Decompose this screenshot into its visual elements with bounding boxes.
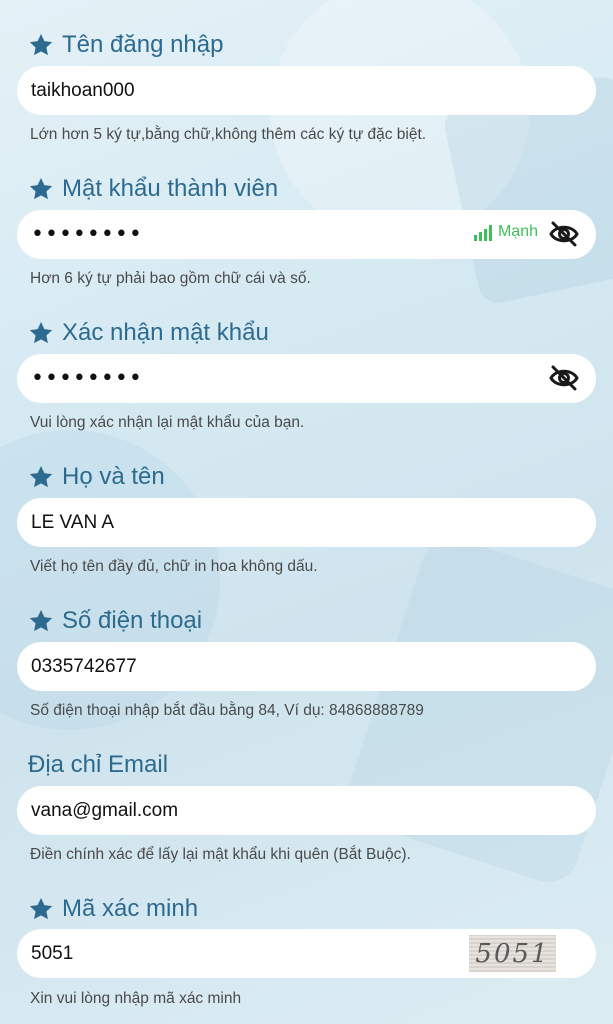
password-label: Mật khẩu thành viên <box>62 175 279 202</box>
phone-input[interactable]: 0335742677 <box>17 642 596 691</box>
confirm-password-value: •••••••• <box>31 366 143 391</box>
captcha-hint: Xin vui lòng nhập mã xác minh <box>30 990 242 1007</box>
eye-slash-icon[interactable] <box>548 220 580 248</box>
email-label-row: Địa chỉ Email <box>28 750 168 780</box>
star-icon <box>29 609 53 632</box>
fullname-label-row: Họ và tên <box>28 462 165 492</box>
password-label-row: Mật khẩu thành viên <box>28 174 278 204</box>
fullname-hint: Viết họ tên đầy đủ, chữ in hoa không dấu… <box>30 558 318 575</box>
email-hint: Điền chính xác để lấy lại mật khẩu khi q… <box>30 846 411 863</box>
email-input[interactable]: vana@gmail.com <box>17 786 596 835</box>
username-label-row: Tên đăng nhập <box>28 30 223 60</box>
star-icon <box>29 897 53 920</box>
username-label: Tên đăng nhập <box>62 31 224 58</box>
username-input[interactable]: taikhoan000 <box>17 66 596 115</box>
captcha-image[interactable]: 5051 <box>469 935 556 972</box>
captcha-input[interactable]: 5051 5051 <box>17 929 596 978</box>
confirm-password-hint: Vui lòng xác nhận lại mật khẩu của bạn. <box>30 414 305 431</box>
confirm-password-label: Xác nhận mật khẩu <box>62 319 269 346</box>
star-icon <box>29 177 53 200</box>
star-icon <box>29 465 53 488</box>
phone-label-row: Số điện thoại <box>28 606 202 636</box>
fullname-input[interactable]: LE VAN A <box>17 498 596 547</box>
password-strength-indicator: Mạnh <box>473 223 538 241</box>
phone-label: Số điện thoại <box>62 607 203 634</box>
email-value: vana@gmail.com <box>31 799 179 821</box>
confirm-password-input[interactable]: •••••••• <box>17 354 596 403</box>
password-strength-label: Mạnh <box>497 223 538 240</box>
phone-hint: Số điện thoại nhập bắt đầu bằng 84, Ví d… <box>30 702 424 719</box>
password-hint: Hơn 6 ký tự phải bao gồm chữ cái và số. <box>30 270 311 287</box>
email-label: Địa chỉ Email <box>28 751 169 778</box>
captcha-label-row: Mã xác minh <box>28 894 198 924</box>
password-input[interactable]: •••••••• Mạnh <box>17 210 596 259</box>
star-icon <box>29 33 53 56</box>
phone-value: 0335742677 <box>31 655 137 677</box>
username-value: taikhoan000 <box>31 79 135 101</box>
captcha-label: Mã xác minh <box>62 895 199 922</box>
eye-slash-icon[interactable] <box>548 364 580 392</box>
confirm-password-label-row: Xác nhận mật khẩu <box>28 318 269 348</box>
password-value: •••••••• <box>31 222 143 247</box>
fullname-value: LE VAN A <box>31 511 115 533</box>
fullname-label: Họ và tên <box>62 463 165 490</box>
captcha-value: 5051 <box>31 942 74 964</box>
star-icon <box>29 321 53 344</box>
username-hint: Lớn hơn 5 ký tự,bằng chữ,không thêm các … <box>30 126 427 143</box>
signal-bars-icon <box>473 224 492 241</box>
